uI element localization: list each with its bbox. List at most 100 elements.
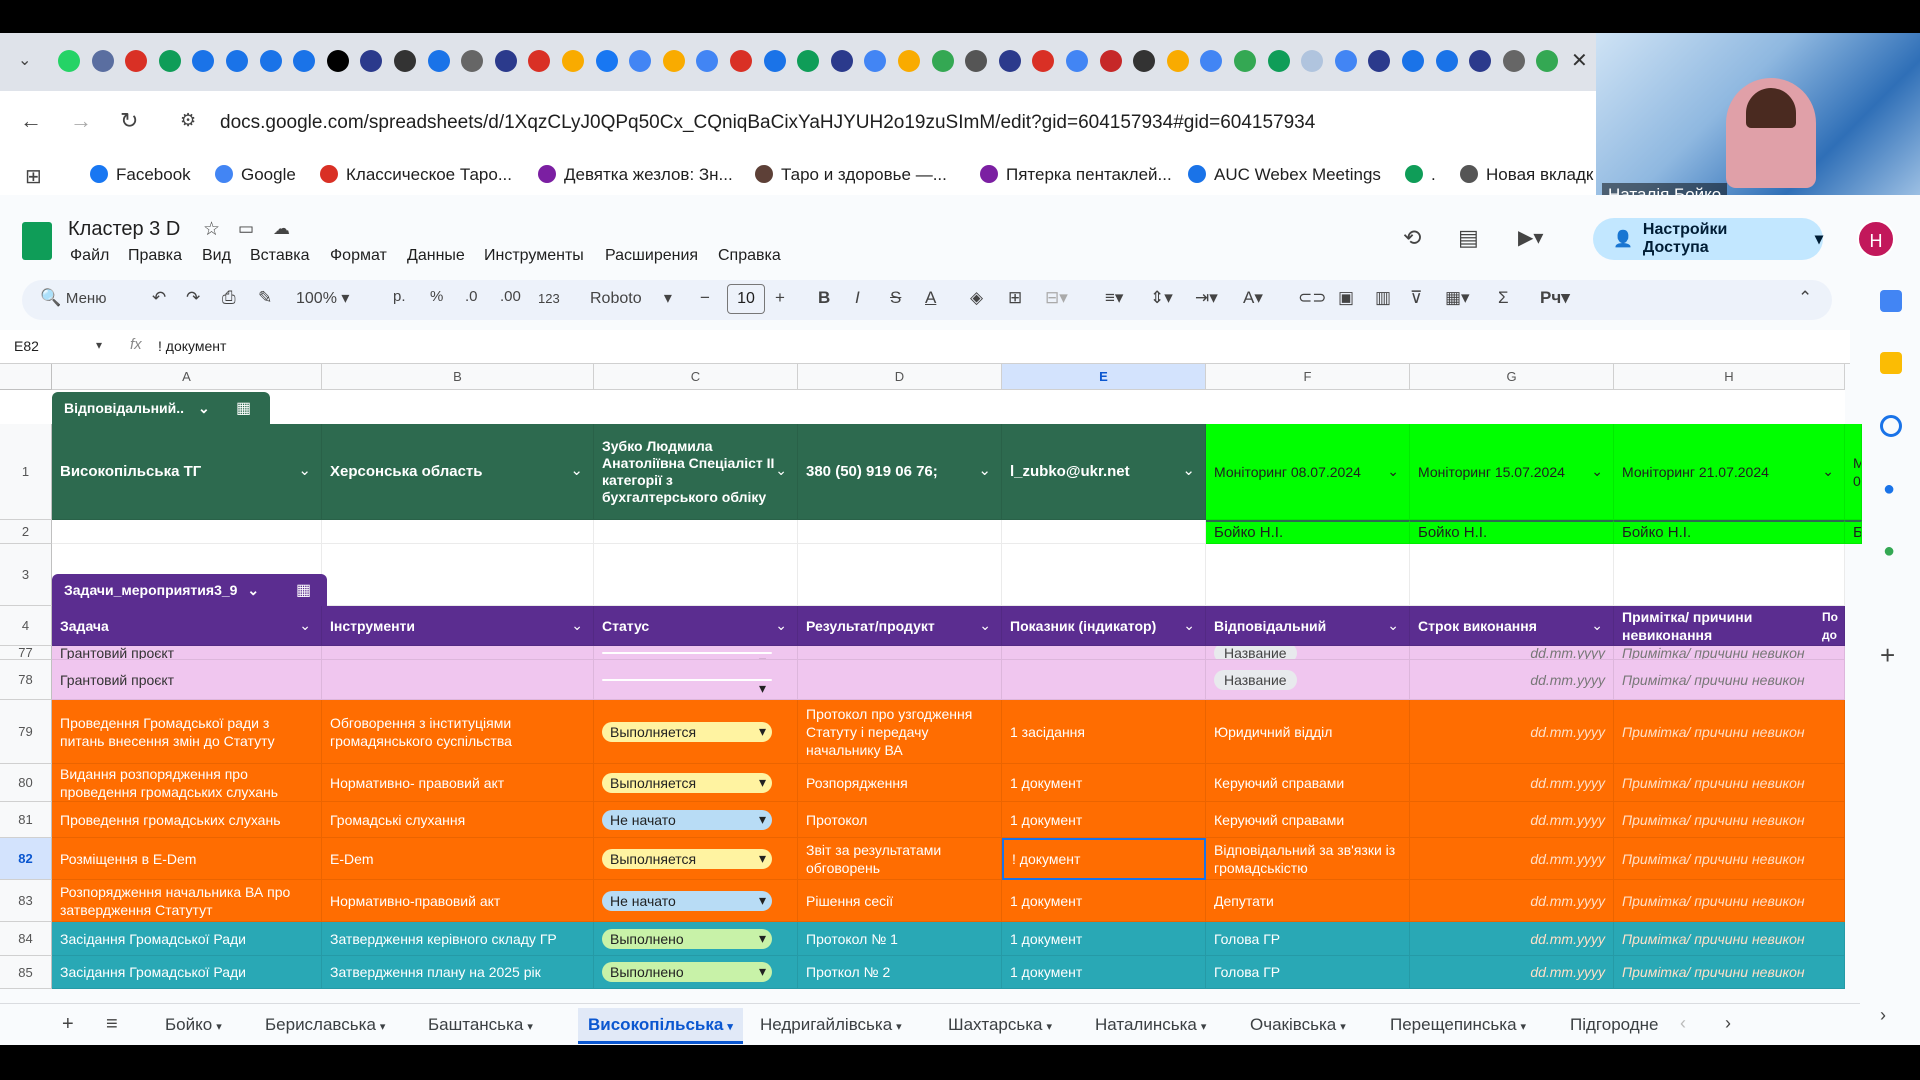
browser-tab-icon[interactable] — [326, 50, 349, 72]
row-header[interactable]: 77 — [0, 646, 52, 660]
empty-cell[interactable] — [322, 520, 594, 544]
column-header[interactable]: C — [594, 364, 798, 390]
sheet-tab[interactable]: Недригайлівська ▾ — [760, 1015, 902, 1035]
browser-tab-icon[interactable] — [763, 50, 786, 72]
task-cell[interactable]: Проведення громадських слухань — [52, 802, 322, 838]
browser-tab-icon[interactable] — [226, 50, 248, 72]
status-pill[interactable]: Выполнено — [602, 928, 772, 949]
note-cell[interactable]: Примітка/ причини невикон — [1614, 700, 1845, 764]
status-cell[interactable]: Выполнено — [594, 922, 798, 956]
sheet-tab-dropdown-icon[interactable]: ▾ — [896, 1021, 902, 1033]
name-box[interactable]: E82 — [14, 338, 39, 354]
table-icon[interactable]: ▦ — [296, 580, 311, 600]
browser-tab-icon[interactable] — [1502, 50, 1525, 72]
sheet-tab[interactable]: Наталинська ▾ — [1095, 1015, 1206, 1035]
browser-tab-icon[interactable] — [58, 50, 80, 72]
contacts-icon[interactable]: ● — [1883, 478, 1895, 501]
bold-icon[interactable]: B — [818, 288, 830, 308]
chevron-down-icon[interactable]: ⌄ — [198, 400, 210, 416]
column-header[interactable]: E — [1002, 364, 1206, 390]
browser-tab-icon[interactable] — [595, 50, 618, 72]
status-cell[interactable]: Выполняется — [594, 764, 798, 802]
empty-cell[interactable] — [1002, 520, 1206, 544]
row-header[interactable]: 1 — [0, 424, 52, 520]
overflow-cell[interactable] — [1820, 922, 1845, 956]
sheet-tab[interactable]: Бериславська ▾ — [265, 1015, 385, 1035]
site-info-icon[interactable]: ⚙ — [180, 110, 196, 131]
task-cell[interactable]: Грантовий проєкт — [52, 660, 322, 700]
bookmark-item[interactable]: Таро и здоровье —... — [755, 165, 947, 185]
decrease-font-icon[interactable]: − — [700, 288, 710, 308]
bookmark-item[interactable]: Девятка жезлов: Зн... — [538, 165, 733, 185]
tasks-icon[interactable] — [1880, 415, 1902, 437]
status-cell[interactable] — [594, 646, 798, 660]
column-title[interactable]: Статус ⌄ — [594, 606, 798, 646]
browser-tab-icon[interactable] — [730, 50, 752, 72]
row-header[interactable]: 82 — [0, 838, 52, 880]
task-cell[interactable]: Грантовий проєкт — [52, 646, 322, 660]
column-dropdown-icon[interactable]: ⌄ — [571, 616, 583, 634]
column-header[interactable]: B — [322, 364, 594, 390]
status-pill[interactable]: Не начато — [602, 809, 772, 830]
cell-dropdown-icon[interactable]: ⌄ — [1822, 462, 1834, 480]
cell-dropdown-icon[interactable]: ⌄ — [298, 462, 311, 480]
bookmark-item[interactable]: Классическое Таро... — [320, 165, 512, 185]
date-cell[interactable]: dd.mm.yyyy — [1410, 764, 1614, 802]
close-tab-icon[interactable]: ✕ — [1571, 48, 1588, 73]
table2-label-chip[interactable]: Задачи_мероприятия3_9 ⌄ — [52, 574, 327, 606]
overflow-cell[interactable] — [1820, 880, 1845, 922]
resp-cell[interactable]: Керуючий справами — [1206, 802, 1410, 838]
date-cell[interactable]: dd.mm.yyyy — [1410, 802, 1614, 838]
resp-cell[interactable]: Юридичний відділ — [1206, 700, 1410, 764]
status-cell[interactable]: Выполняется — [594, 838, 798, 880]
indicator-cell[interactable] — [1002, 660, 1206, 700]
overflow-cell[interactable] — [1820, 660, 1845, 700]
formula-input[interactable]: ! документ — [158, 338, 226, 354]
task-cell[interactable]: Засідання Громадської Ради — [52, 922, 322, 956]
sheet-tab-dropdown-icon[interactable]: ▾ — [1046, 1021, 1052, 1033]
note-cell[interactable]: Примітка/ причини невикон — [1614, 660, 1845, 700]
result-cell[interactable]: Рішення сесії — [798, 880, 1002, 922]
resp-cell[interactable]: Голова ГР — [1206, 956, 1410, 989]
paint-format-icon[interactable]: ✎ — [258, 288, 272, 308]
undo-icon[interactable]: ↶ — [152, 288, 166, 308]
indicator-cell[interactable]: 1 документ — [1002, 956, 1206, 989]
browser-tab-icon[interactable] — [1334, 50, 1357, 72]
menu-item[interactable]: Расширения — [605, 247, 698, 265]
indicator-cell[interactable] — [1002, 646, 1206, 660]
add-addon-icon[interactable]: + — [1880, 640, 1895, 671]
resp-cell[interactable]: Відповідальний за зв'язки із громадськіс… — [1206, 838, 1410, 880]
keep-icon[interactable] — [1880, 352, 1902, 374]
date-cell[interactable]: dd.mm.yyyy — [1410, 660, 1614, 700]
font-select[interactable]: Roboto ▾ — [590, 288, 672, 308]
overflow-cell[interactable] — [1820, 646, 1845, 660]
scroll-tabs-left-icon[interactable]: ‹ — [1680, 1013, 1686, 1034]
sheet-tab[interactable]: Підгородне — [1570, 1015, 1659, 1035]
menu-item[interactable]: Справка — [718, 247, 781, 265]
sheet-tab[interactable]: Шахтарська ▾ — [948, 1015, 1052, 1035]
status-pill[interactable]: Выполняется — [602, 772, 772, 793]
status-cell[interactable] — [594, 660, 798, 700]
table1-cell[interactable]: l_zubko@ukr.net ⌄ — [1002, 424, 1206, 520]
avatar[interactable]: Н — [1857, 220, 1895, 258]
side-panel-toggle-icon[interactable]: › — [1880, 1005, 1886, 1026]
monitoring-cell[interactable]: Мо 05 — [1845, 424, 1862, 520]
result-cell[interactable] — [798, 646, 1002, 660]
column-title[interactable]: Строк виконання ⌄ — [1410, 606, 1614, 646]
date-cell[interactable]: dd.mm.yyyy — [1410, 956, 1614, 989]
column-dropdown-icon[interactable]: ⌄ — [979, 616, 991, 634]
tool-cell[interactable]: Громадські слухання — [322, 802, 594, 838]
column-header[interactable]: G — [1410, 364, 1614, 390]
row-header[interactable]: 85 — [0, 956, 52, 989]
result-cell[interactable] — [798, 660, 1002, 700]
row-header[interactable]: 81 — [0, 802, 52, 838]
sheet-tab-dropdown-icon[interactable]: ▾ — [1201, 1021, 1207, 1033]
result-cell[interactable]: Протокол про узгодження Статуту і переда… — [798, 700, 1002, 764]
column-title[interactable]: Результат/продукт ⌄ — [798, 606, 1002, 646]
search-menu[interactable]: 🔍 Меню — [40, 288, 106, 308]
column-title[interactable]: Задача ⌄ — [52, 606, 322, 646]
percent-button[interactable]: % — [430, 288, 443, 305]
empty-cell[interactable] — [1410, 544, 1614, 606]
row-header[interactable]: 3 — [0, 544, 52, 606]
column-title[interactable]: Інструменти ⌄ — [322, 606, 594, 646]
